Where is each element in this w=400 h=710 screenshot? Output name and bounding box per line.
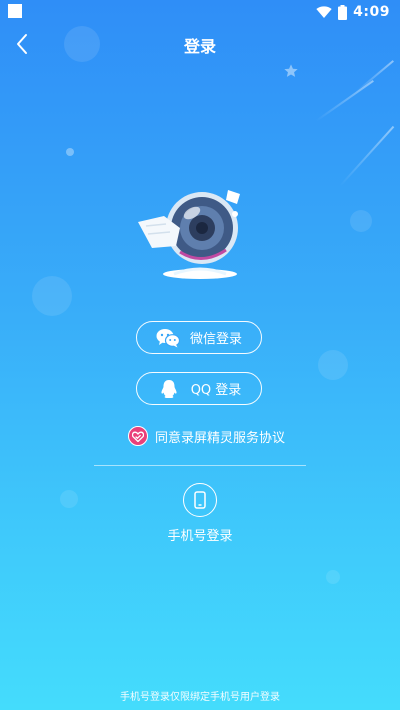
- status-indicators: 4:09: [316, 3, 390, 21]
- streak-decoration: [339, 125, 395, 187]
- mobile-phone-icon: [194, 491, 206, 509]
- footer-note: 手机号登录仅限绑定手机号用户登录: [120, 692, 280, 703]
- wechat-login-label: 微信登录: [189, 332, 242, 347]
- agreement-row: 同意 录屏精灵服务协议: [128, 425, 285, 447]
- streak-decoration: [354, 60, 394, 94]
- bokeh-decoration: [326, 570, 340, 584]
- qq-login-button[interactable]: QQ 登录: [136, 372, 262, 405]
- bokeh-decoration: [32, 276, 72, 316]
- qq-icon: [157, 378, 181, 400]
- agree-checkbox[interactable]: [128, 426, 148, 446]
- service-agreement-link[interactable]: 录屏精灵服务协议: [181, 427, 285, 446]
- wifi-icon: [316, 6, 332, 18]
- header-bar: 登录: [0, 24, 400, 64]
- heart-check-icon: [132, 431, 144, 442]
- wechat-icon: [156, 327, 180, 349]
- bokeh-decoration: [60, 490, 78, 508]
- status-bar: 4:09: [0, 0, 400, 24]
- phone-login-button[interactable]: [183, 483, 217, 517]
- bokeh-decoration: [66, 148, 74, 156]
- streak-decoration: [315, 80, 374, 122]
- star-icon: [284, 64, 298, 77]
- status-time: 4:09: [353, 4, 390, 20]
- agreement-prefix: 同意: [155, 430, 182, 446]
- camera-lens-logo: [138, 190, 240, 279]
- agreement-text: 同意 录屏精灵服务协议: [155, 427, 285, 446]
- qq-login-label: QQ 登录: [190, 383, 242, 398]
- battery-icon: [338, 4, 348, 20]
- bokeh-decoration: [350, 210, 372, 232]
- wechat-login-button[interactable]: 微信登录: [136, 321, 262, 354]
- phone-login-label[interactable]: 手机号登录: [0, 525, 400, 544]
- login-screen: 4:09 登录 微信登录 QQ 登录 同意 录屏精灵服务协议 手机号登录 手机号…: [0, 0, 400, 710]
- bokeh-decoration: [318, 350, 348, 380]
- page-title: 登录: [183, 37, 216, 56]
- notification-icon: [8, 4, 22, 18]
- divider: [94, 465, 306, 466]
